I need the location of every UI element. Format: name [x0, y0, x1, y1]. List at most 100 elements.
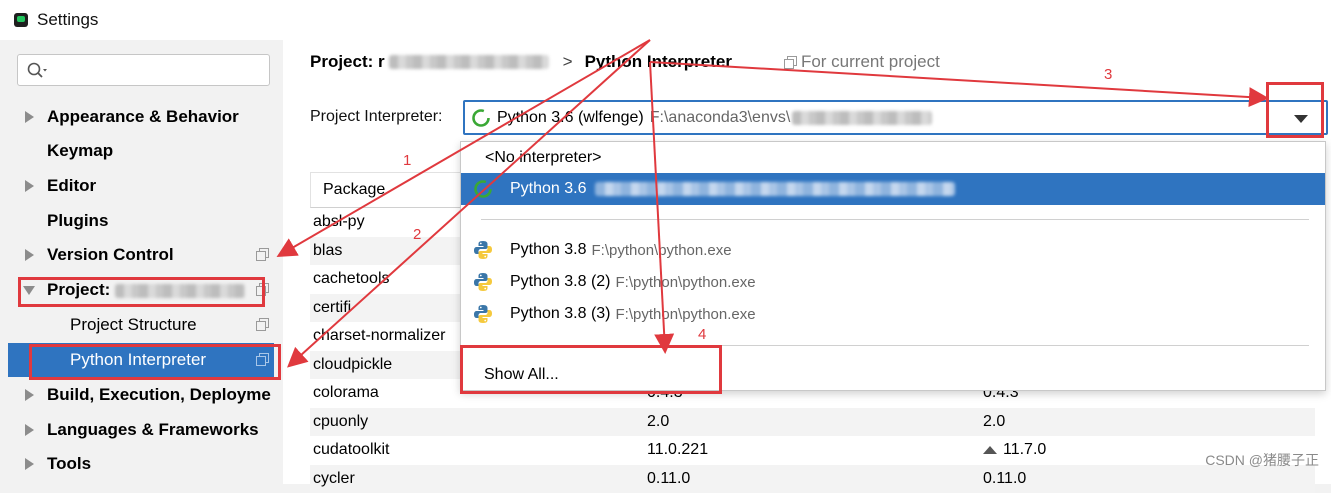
python-icon [473, 272, 493, 292]
settings-sidebar: Appearance & Behavior Keymap Editor Plug… [0, 40, 283, 484]
copy-icon [256, 283, 269, 296]
expand-arrow-icon[interactable] [25, 111, 34, 123]
package-version: 11.0.221 [647, 441, 708, 459]
sidebar-item-label: Build, Execution, Deployme [47, 385, 271, 405]
settings-search-input[interactable] [52, 57, 262, 83]
annotation-number-1: 1 [403, 152, 411, 169]
package-name: charset-normalizer [313, 327, 445, 345]
annotation-number-4: 4 [698, 326, 706, 343]
latest-version-text: 2.0 [983, 413, 1005, 431]
annotation-number-2: 2 [413, 226, 421, 243]
sidebar-item-languages-frameworks[interactable]: Languages & Frameworks [8, 413, 274, 447]
sidebar-item-keymap[interactable]: Keymap [8, 134, 274, 168]
python-icon [473, 240, 493, 260]
copy-icon [256, 318, 269, 331]
package-name: cycler [313, 470, 355, 488]
sidebar-item-label: Version Control [47, 245, 174, 265]
expand-arrow-icon[interactable] [25, 249, 34, 261]
loading-ring-icon [471, 108, 491, 128]
redacted-project-name [115, 284, 245, 298]
table-row[interactable]: cycler 0.11.0 0.11.0 [310, 465, 1315, 493]
upgrade-available-icon[interactable] [983, 446, 997, 454]
package-name: certifi [313, 299, 351, 317]
redacted-path [792, 111, 932, 125]
dropdown-item-path: F:\python\python.exe [616, 274, 756, 291]
dropdown-item-no-interpreter[interactable]: <No interpreter> [461, 142, 1325, 174]
sidebar-project-label: Project: [47, 280, 115, 299]
breadcrumb-separator: > [563, 52, 573, 72]
dropdown-separator [481, 219, 1309, 220]
sidebar-item-editor[interactable]: Editor [8, 169, 274, 203]
sidebar-item-project-structure[interactable]: Project Structure [8, 308, 274, 342]
package-name: cachetools [313, 270, 390, 288]
sidebar-item-label: Project: [47, 280, 245, 300]
package-latest-version: 11.7.0 [983, 441, 1046, 459]
expand-arrow-icon[interactable] [25, 458, 34, 470]
expand-arrow-icon[interactable] [25, 424, 34, 436]
sidebar-item-plugins[interactable]: Plugins [8, 204, 274, 238]
sidebar-item-label: Languages & Frameworks [47, 420, 259, 440]
sidebar-item-label: Appearance & Behavior [47, 107, 239, 127]
annotation-number-3: 3 [1104, 66, 1112, 83]
dropdown-item-label: Python 3.8 (2) [510, 273, 611, 291]
breadcrumb-project: Project: r [310, 52, 385, 72]
dropdown-item-python38-2[interactable]: Python 3.8 (2) F:\python\python.exe [461, 266, 1325, 298]
sidebar-item-label: Python Interpreter [70, 350, 206, 370]
dropdown-item-label: Show All... [484, 366, 559, 384]
dropdown-item-label: Python 3.8 (3) [510, 305, 611, 323]
selected-interpreter-path: F:\anaconda3\envs\ [650, 109, 791, 127]
latest-version-text: 0.11.0 [983, 470, 1026, 488]
sidebar-item-project[interactable]: Project: [8, 273, 274, 307]
collapse-arrow-icon[interactable] [23, 286, 35, 295]
sidebar-item-build-execution-deployment[interactable]: Build, Execution, Deployme [8, 378, 274, 412]
python-icon [473, 304, 493, 324]
expand-arrow-icon[interactable] [25, 180, 34, 192]
title-bar: Settings [0, 0, 1331, 40]
dropdown-item-show-all[interactable]: Show All... [461, 359, 1325, 391]
pycharm-app-icon [14, 13, 28, 27]
table-row[interactable]: cpuonly 2.0 2.0 [310, 408, 1315, 437]
interpreter-dropdown-list: <No interpreter> Python 3.6 Python 3.8 F… [460, 141, 1326, 391]
redacted-project-name [389, 55, 549, 69]
dropdown-item-label: <No interpreter> [485, 149, 602, 167]
breadcrumb-current: Python Interpreter [585, 52, 732, 72]
breadcrumb: Project: r > Python Interpreter For curr… [310, 52, 940, 72]
latest-version-text: 11.7.0 [1003, 441, 1046, 459]
project-interpreter-label: Project Interpreter: [310, 108, 443, 126]
copy-icon [256, 248, 269, 261]
search-icon[interactable] [27, 62, 49, 80]
copy-icon [256, 353, 269, 366]
sidebar-item-tools[interactable]: Tools [8, 447, 274, 481]
sidebar-item-label: Plugins [47, 211, 108, 231]
chevron-down-icon[interactable] [1294, 115, 1308, 123]
dropdown-item-python36[interactable]: Python 3.6 [461, 173, 1325, 205]
loading-ring-icon [473, 179, 493, 199]
package-name: blas [313, 242, 342, 260]
sidebar-item-python-interpreter[interactable]: Python Interpreter [8, 343, 274, 377]
package-name: colorama [313, 384, 379, 402]
package-name: cpuonly [313, 413, 368, 431]
package-name: cudatoolkit [313, 441, 390, 459]
sidebar-item-appearance-behavior[interactable]: Appearance & Behavior [8, 100, 274, 134]
dropdown-item-label: Python 3.6 [510, 180, 587, 198]
table-row[interactable]: cudatoolkit 11.0.221 11.7.0 [310, 436, 1315, 465]
for-current-project-note: For current project [784, 52, 940, 72]
dropdown-item-path: F:\python\python.exe [592, 242, 732, 259]
expand-arrow-icon[interactable] [25, 389, 34, 401]
package-latest-version: 2.0 [983, 413, 1005, 431]
dropdown-separator [481, 345, 1309, 346]
sidebar-item-version-control[interactable]: Version Control [8, 238, 274, 272]
dropdown-item-python38[interactable]: Python 3.8 F:\python\python.exe [461, 234, 1325, 266]
package-version: 0.11.0 [647, 470, 690, 488]
column-header-package[interactable]: Package [323, 181, 385, 199]
copy-icon [784, 56, 797, 69]
package-latest-version: 0.11.0 [983, 470, 1026, 488]
dropdown-item-python38-3[interactable]: Python 3.8 (3) F:\python\python.exe [461, 298, 1325, 330]
window-title: Settings [37, 10, 98, 30]
package-name: absl-py [313, 213, 365, 231]
dropdown-item-label: Python 3.8 [510, 241, 587, 259]
project-interpreter-combobox[interactable]: Python 3.6 (wlfenge) F:\anaconda3\envs\ [463, 100, 1328, 135]
sidebar-item-label: Keymap [47, 141, 113, 161]
settings-search-box[interactable] [17, 54, 270, 86]
watermark: CSDN @猪腰子正 [1205, 450, 1319, 470]
